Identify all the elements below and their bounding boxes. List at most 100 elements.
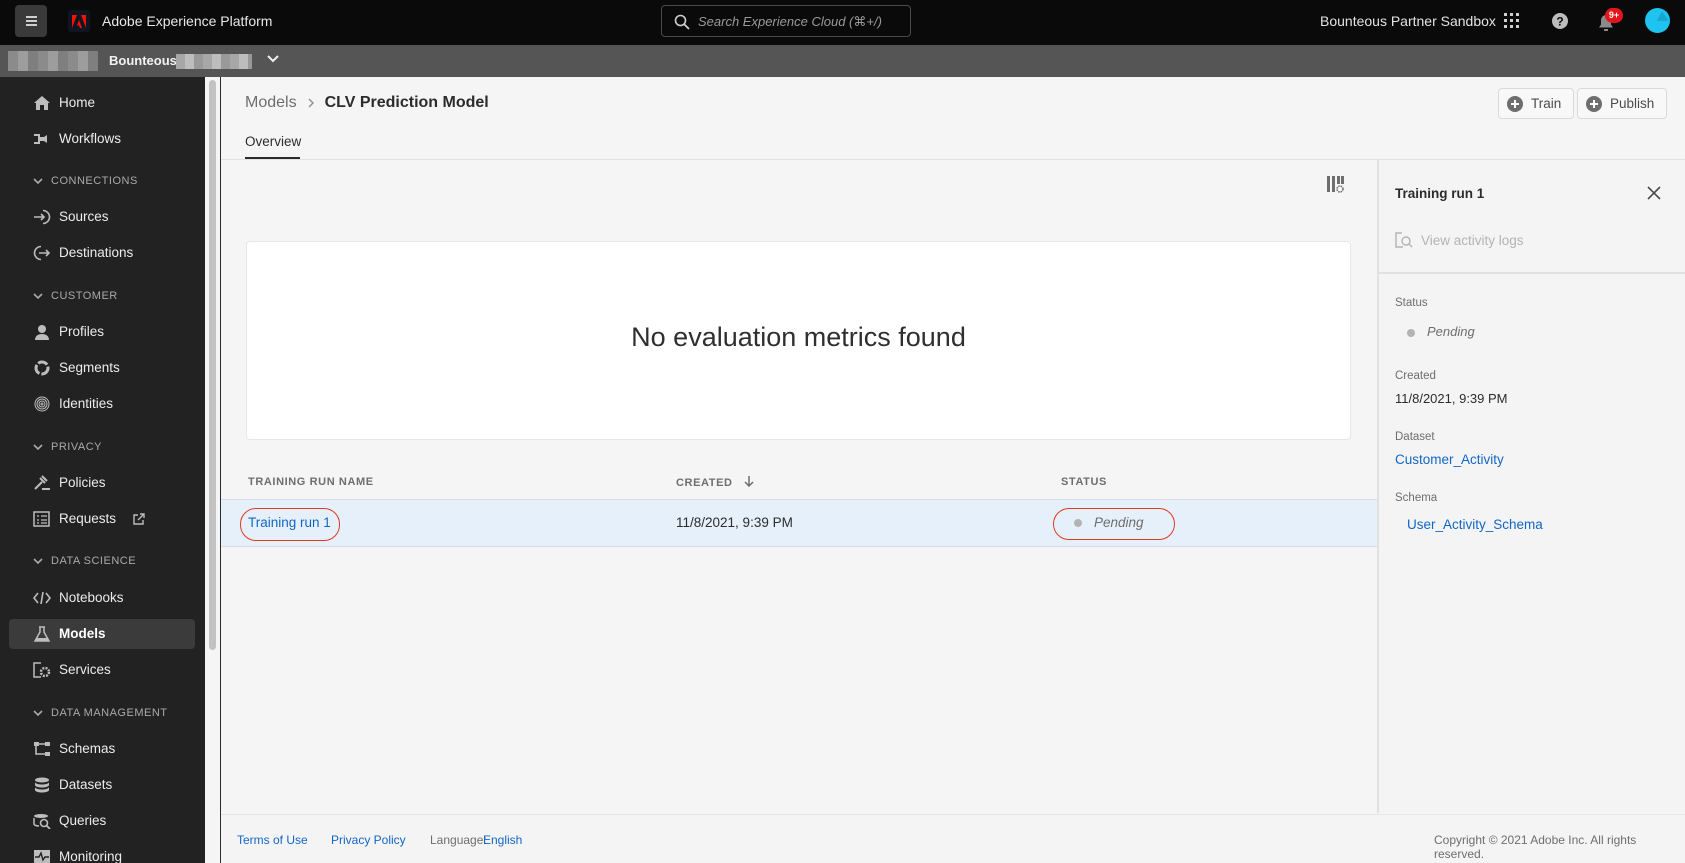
workflows-icon: [34, 134, 47, 144]
chevron-down-icon: [33, 558, 43, 565]
apps-grid-icon[interactable]: [1504, 13, 1520, 29]
train-button[interactable]: Train: [1498, 88, 1575, 119]
sidebar-item-datasets[interactable]: Datasets: [9, 770, 195, 800]
evaluation-metrics-card: No evaluation metrics found: [246, 241, 1351, 440]
sidebar-section-connections[interactable]: CONNECTIONS: [33, 175, 138, 187]
empty-metrics-message: No evaluation metrics found: [631, 322, 966, 352]
queries-icon: [33, 814, 51, 829]
add-circle-icon: [1586, 95, 1602, 112]
external-link-icon: [133, 513, 145, 525]
privacy-policy-link[interactable]: Privacy Policy: [331, 833, 406, 847]
panel-title: Training run 1: [1395, 186, 1485, 201]
status-label: Status: [1395, 297, 1428, 309]
chevron-down-icon: [33, 710, 43, 717]
redacted-org-text: [176, 54, 252, 69]
code-icon: [33, 591, 51, 605]
tab-overview[interactable]: Overview: [245, 134, 301, 149]
sidebar-item-schemas[interactable]: Schemas: [9, 734, 195, 764]
flask-icon: [33, 626, 51, 642]
column-header-name[interactable]: TRAINING RUN NAME: [248, 476, 374, 488]
activity-log-icon: [1395, 232, 1413, 248]
adobe-logo-icon[interactable]: [68, 10, 90, 32]
search-input[interactable]: Search Experience Cloud (⌘+/): [661, 5, 911, 37]
fingerprint-icon: [34, 396, 50, 412]
top-bar: Adobe Experience Platform Search Experie…: [0, 0, 1685, 45]
add-circle-icon: [1507, 95, 1523, 112]
menu-button[interactable]: [15, 5, 47, 37]
sidebar-section-privacy[interactable]: PRIVACY: [33, 441, 102, 453]
home-icon: [34, 96, 50, 110]
monitoring-icon: [34, 850, 50, 863]
sidebar-item-requests[interactable]: Requests: [9, 504, 195, 534]
sidebar-item-policies[interactable]: Policies: [9, 468, 195, 498]
dataset-label: Dataset: [1395, 431, 1435, 443]
menu-icon: [25, 20, 37, 22]
sandbox-switcher[interactable]: Bounteous Partner Sandbox: [1320, 13, 1496, 29]
app-title[interactable]: Adobe Experience Platform: [102, 13, 272, 29]
language-link[interactable]: English: [483, 833, 522, 847]
org-bar: Bounteous: [0, 45, 1685, 77]
table-row[interactable]: Training run 1 11/8/2021, 9:39 PM Pendin…: [221, 499, 1377, 547]
sidebar-item-queries[interactable]: Queries: [9, 806, 195, 836]
sidebar-item-workflows[interactable]: Workflows: [9, 124, 195, 154]
sidebar-item-models[interactable]: Models: [9, 619, 195, 649]
chevron-down-icon: [33, 178, 43, 185]
avatar[interactable]: [1645, 8, 1670, 33]
chevron-down-icon: [33, 444, 43, 451]
sidebar-section-customer[interactable]: CUSTOMER: [33, 290, 118, 302]
breadcrumb-models-link[interactable]: Models: [245, 94, 297, 112]
sidebar-item-sources[interactable]: Sources: [9, 202, 195, 232]
sidebar-item-services[interactable]: Services: [9, 655, 195, 685]
sidebar-scrollbar-thumb[interactable]: [209, 80, 216, 650]
column-header-created[interactable]: CREATED: [676, 476, 754, 489]
terms-of-use-link[interactable]: Terms of Use: [237, 833, 308, 847]
sidebar: Home Workflows CONNECTIONS Sources Desti…: [0, 77, 205, 863]
sidebar-item-home[interactable]: Home: [9, 88, 195, 118]
status-value: Pending: [1407, 324, 1475, 339]
schema-link[interactable]: User_Activity_Schema: [1407, 517, 1543, 532]
created-label: Created: [1395, 370, 1436, 382]
annotation-circle: [1053, 508, 1175, 540]
services-icon: [33, 662, 51, 678]
language-label: Language:: [430, 833, 487, 847]
dataset-link[interactable]: Customer_Activity: [1395, 452, 1504, 467]
sidebar-section-data-science[interactable]: DATA SCIENCE: [33, 555, 136, 567]
sidebar-item-identities[interactable]: Identities: [9, 389, 195, 419]
sidebar-item-segments[interactable]: Segments: [9, 353, 195, 383]
detail-panel: Training run 1 View activity logs Status…: [1377, 160, 1685, 813]
sidebar-item-profiles[interactable]: Profiles: [9, 317, 195, 347]
requests-icon: [33, 511, 50, 527]
panel-divider: [1379, 272, 1685, 274]
search-placeholder: Search Experience Cloud (⌘+/): [698, 14, 882, 29]
org-switcher[interactable]: Bounteous: [109, 53, 177, 68]
segments-icon: [34, 360, 50, 376]
sources-icon: [34, 209, 51, 225]
redacted-org-logo: [8, 51, 98, 71]
publish-button[interactable]: Publish: [1577, 88, 1668, 119]
annotation-circle: [240, 508, 340, 541]
sidebar-section-data-management[interactable]: DATA MANAGEMENT: [33, 707, 168, 719]
notification-badge: 9+: [1605, 8, 1623, 23]
page-title: CLV Prediction Model: [324, 94, 489, 111]
sidebar-item-notebooks[interactable]: Notebooks: [9, 583, 195, 613]
sidebar-item-destinations[interactable]: Destinations: [9, 238, 195, 268]
help-icon[interactable]: ?: [1552, 13, 1568, 29]
column-settings-icon[interactable]: [1327, 176, 1345, 194]
created-cell: 11/8/2021, 9:39 PM: [676, 515, 793, 530]
main-divider: [220, 77, 221, 863]
destinations-icon: [33, 245, 51, 261]
chevron-down-icon: [33, 293, 43, 300]
search-icon: [674, 14, 690, 30]
gavel-icon: [34, 475, 50, 490]
breadcrumb: Models CLV Prediction Model: [245, 94, 489, 112]
chevron-right-icon: [308, 98, 314, 108]
chevron-down-icon[interactable]: [266, 52, 280, 66]
schema-label: Schema: [1395, 492, 1438, 504]
sort-descending-icon: [744, 476, 754, 488]
view-activity-logs-button[interactable]: View activity logs: [1395, 232, 1524, 248]
created-value: 11/8/2021, 9:39 PM: [1395, 391, 1508, 406]
close-icon[interactable]: [1647, 186, 1661, 200]
sidebar-item-monitoring[interactable]: Monitoring: [9, 842, 195, 863]
status-dot-icon: [1407, 328, 1415, 337]
column-header-status[interactable]: STATUS: [1061, 476, 1107, 488]
